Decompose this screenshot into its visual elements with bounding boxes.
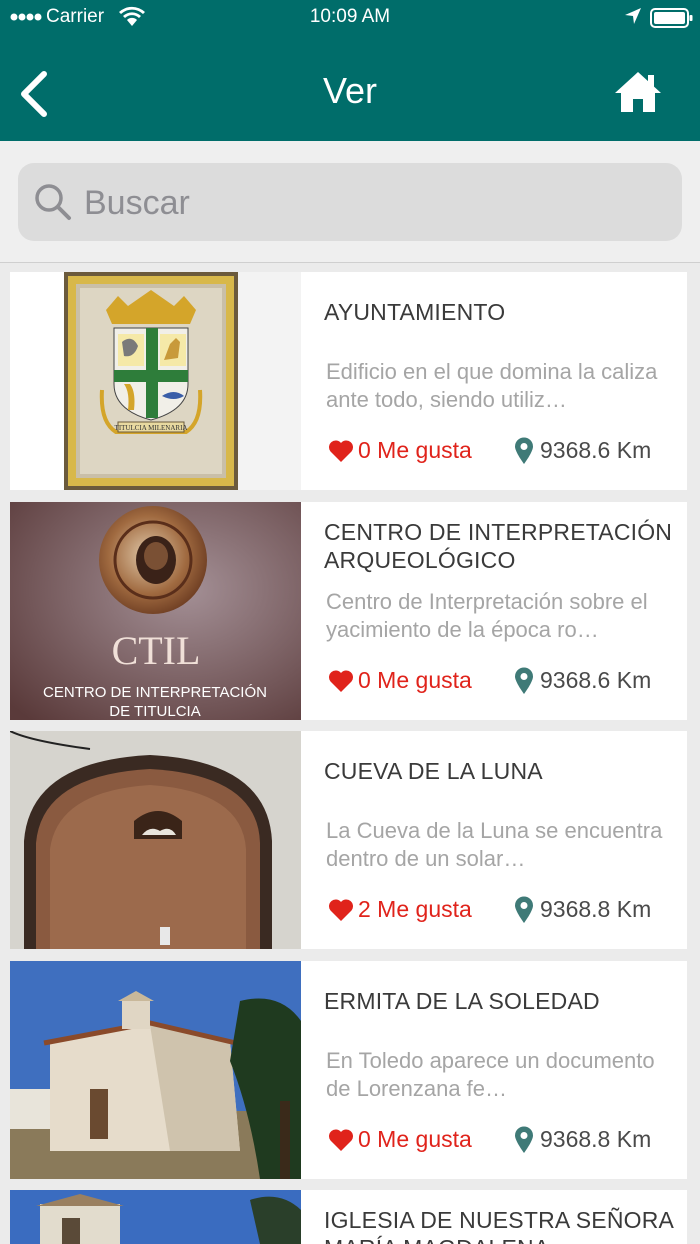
likes-button[interactable]: 0 Me gusta: [328, 666, 472, 696]
likes-count: 2 Me gusta: [358, 896, 472, 923]
distance-info: 9368.8 Km: [514, 1125, 651, 1155]
item-title: IGLESIA DE NUESTRA SEÑORA MARÍA MAGDALEN…: [324, 1207, 673, 1244]
likes-count: 0 Me gusta: [358, 667, 472, 694]
church-tower-image: [10, 1190, 301, 1244]
item-description: Edificio en el que domina la caliza ante…: [326, 359, 658, 412]
heart-icon: [328, 670, 354, 692]
ctil-sign-image: CTIL CENTRO DE INTERPRETACIÓN DE TITULCI…: [10, 502, 301, 720]
distance-info: 9368.6 Km: [514, 436, 651, 466]
status-bar: Carrier 10:09 AM: [0, 0, 700, 34]
distance-label: 9368.8 Km: [540, 1126, 652, 1153]
location-arrow-icon: [625, 8, 641, 24]
likes-count: 0 Me gusta: [358, 437, 472, 464]
item-thumbnail: CTIL CENTRO DE INTERPRETACIÓN DE TITULCI…: [10, 502, 301, 720]
list-item[interactable]: ERMITA DE LA SOLEDAD En Toledo aparece u…: [10, 961, 687, 1179]
coat-of-arms-image: TITULCIA MILENARIA: [10, 272, 301, 490]
distance-label: 9368.6 Km: [540, 437, 652, 464]
nav-header: Carrier 10:09 AM Ver: [0, 0, 700, 141]
likes-button[interactable]: 0 Me gusta: [328, 436, 472, 466]
cave-arch-image: [10, 731, 301, 949]
item-title: CENTRO DE INTERPRETACIÓN ARQUEOLÓGICO: [324, 519, 673, 573]
map-pin-icon: [515, 667, 533, 694]
search-field[interactable]: [18, 163, 682, 241]
home-icon: [615, 72, 661, 112]
likes-button[interactable]: 0 Me gusta: [328, 1125, 472, 1155]
heart-icon: [328, 899, 354, 921]
list-item[interactable]: IGLESIA DE NUESTRA SEÑORA MARÍA MAGDALEN…: [10, 1190, 687, 1244]
distance-info: 9368.6 Km: [514, 666, 651, 696]
item-thumbnail: [10, 1190, 301, 1244]
distance-info: 9368.8 Km: [514, 895, 651, 925]
white-chapel-image: [10, 961, 301, 1179]
home-button[interactable]: [612, 68, 664, 118]
item-title: AYUNTAMIENTO: [324, 299, 506, 325]
heart-icon: [328, 1129, 354, 1151]
status-time: 10:09 AM: [309, 6, 391, 27]
item-title: CUEVA DE LA LUNA: [324, 758, 543, 784]
search-input[interactable]: [82, 181, 666, 225]
item-thumbnail: [10, 731, 301, 949]
battery-icon: [650, 8, 693, 28]
ctil-caption-line1: CENTRO DE INTERPRETACIÓN: [43, 684, 267, 701]
list-item[interactable]: CTIL CENTRO DE INTERPRETACIÓN DE TITULCI…: [10, 502, 687, 720]
list-item[interactable]: CUEVA DE LA LUNA La Cueva de la Luna se …: [10, 731, 687, 949]
search-icon: [35, 184, 71, 220]
item-thumbnail: TITULCIA MILENARIA: [10, 272, 301, 490]
coat-of-arms-caption: TITULCIA MILENARIA: [115, 424, 188, 432]
list-item[interactable]: TITULCIA MILENARIA AYUNTAMIENTO Edificio…: [10, 272, 687, 490]
ctil-logo: CTIL: [112, 628, 201, 673]
item-title: ERMITA DE LA SOLEDAD: [324, 988, 600, 1014]
item-thumbnail: [10, 961, 301, 1179]
search-bar: [0, 141, 700, 263]
likes-count: 0 Me gusta: [358, 1126, 472, 1153]
ctil-caption-line2: DE TITULCIA: [109, 703, 200, 720]
item-description: La Cueva de la Luna se encuentra dentro …: [326, 818, 663, 871]
item-description: Centro de Interpretación sobre el yacimi…: [326, 589, 648, 642]
likes-button[interactable]: 2 Me gusta: [328, 895, 472, 925]
item-description: En Toledo aparece un documento de Lorenz…: [326, 1048, 655, 1101]
distance-label: 9368.8 Km: [540, 896, 652, 923]
distance-label: 9368.6 Km: [540, 667, 652, 694]
map-pin-icon: [515, 1126, 533, 1153]
heart-icon: [328, 440, 354, 462]
page-title: Ver: [322, 70, 378, 111]
map-pin-icon: [515, 896, 533, 923]
map-pin-icon: [515, 437, 533, 464]
